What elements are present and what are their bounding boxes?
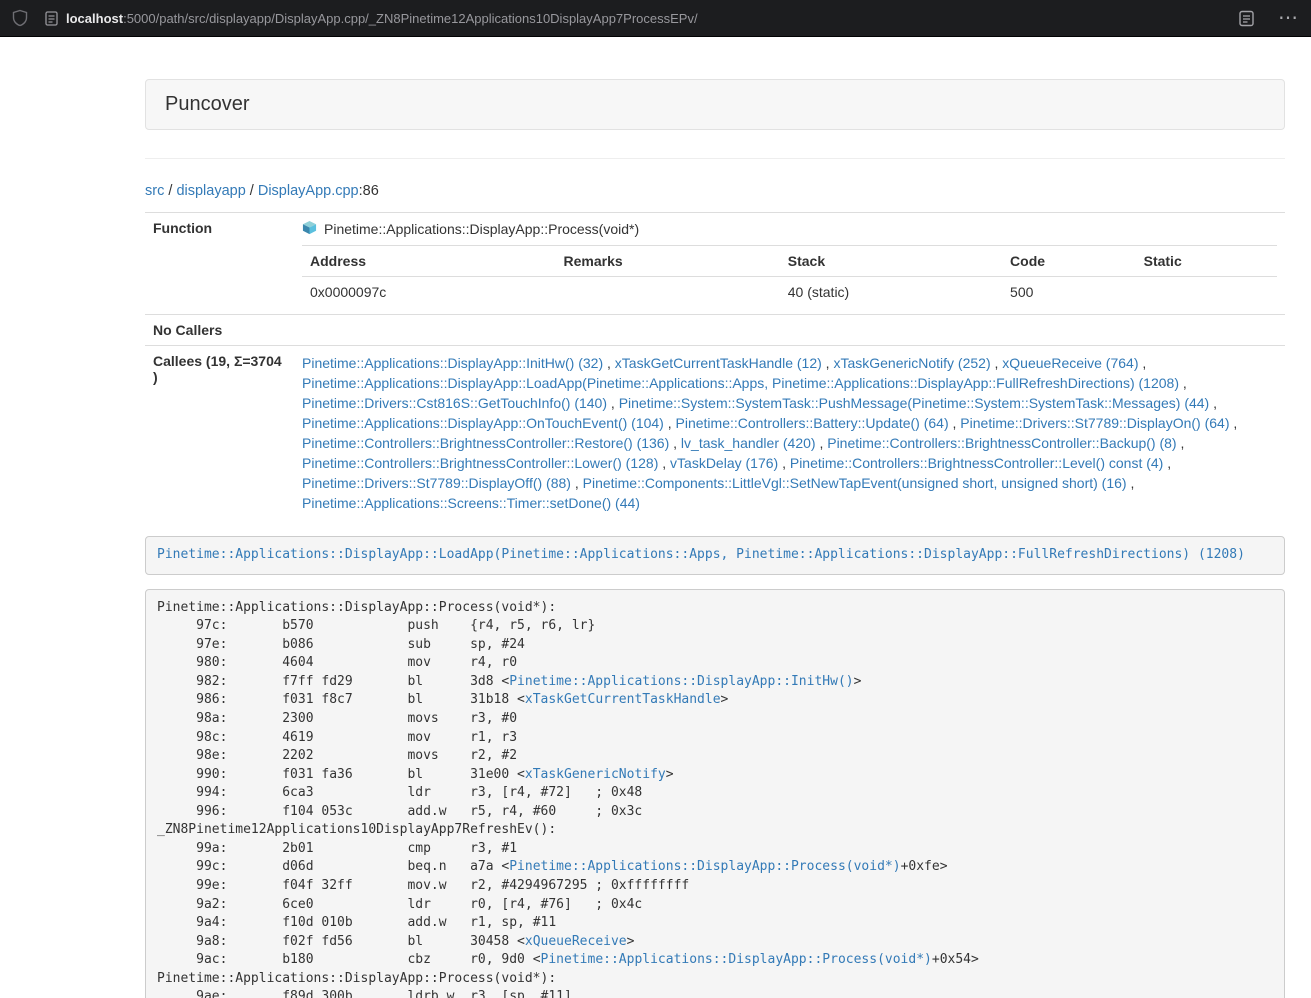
callee-link[interactable]: lv_task_handler (420) [681, 435, 816, 451]
symbol-table: Function Pinetime::Applications::Display… [145, 212, 1285, 520]
cell-code: 500 [1002, 277, 1136, 308]
breadcrumb-link[interactable]: displayapp [176, 183, 245, 199]
function-row: Function Pinetime::Applications::Display… [145, 213, 1285, 315]
reader-view-icon[interactable] [1239, 10, 1254, 27]
url-bar[interactable]: localhost:5000/path/src/displayapp/Displ… [66, 11, 698, 26]
callee-link[interactable]: Pinetime::Drivers::Cst816S::GetTouchInfo… [302, 395, 607, 411]
url-host: localhost [66, 11, 123, 26]
function-signature-line: Pinetime::Applications::DisplayApp::Proc… [302, 220, 1277, 238]
no-callers-row: No Callers [145, 315, 1285, 346]
callee-link[interactable]: xQueueReceive (764) [1002, 355, 1138, 371]
callee-link[interactable]: Pinetime::Controllers::BrightnessControl… [790, 455, 1163, 471]
breadcrumb: src / displayapp / DisplayApp.cpp:86 [145, 183, 1285, 199]
callee-link[interactable]: Pinetime::Components::LittleVgl::SetNewT… [583, 475, 1127, 491]
callee-link[interactable]: xTaskGetCurrentTaskHandle (12) [615, 355, 822, 371]
no-callers-cell [294, 315, 1285, 346]
callee-link[interactable]: Pinetime::Applications::Screens::Timer::… [302, 495, 640, 511]
url-path: :5000/path/src/displayapp/DisplayApp.cpp… [123, 11, 698, 26]
callee-link[interactable]: Pinetime::Controllers::BrightnessControl… [827, 435, 1176, 451]
function-icon [302, 220, 317, 238]
asm-symbol-link[interactable]: xQueueReceive [525, 934, 627, 949]
callees-list: Pinetime::Applications::DisplayApp::Init… [294, 346, 1285, 521]
function-detail-cell: Pinetime::Applications::DisplayApp::Proc… [294, 213, 1285, 315]
cell-address: 0x0000097c [302, 277, 556, 308]
app-header-panel: Puncover [145, 79, 1285, 130]
callee-link[interactable]: Pinetime::Controllers::BrightnessControl… [302, 435, 669, 451]
function-signature: Pinetime::Applications::DisplayApp::Proc… [324, 221, 639, 237]
assembly-block: Pinetime::Applications::DisplayApp::Proc… [145, 589, 1285, 998]
function-details-table: Address Remarks Stack Code Static 0x0000… [302, 245, 1277, 307]
divider [145, 158, 1285, 159]
asm-symbol-link[interactable]: Pinetime::Applications::DisplayApp::Proc… [509, 859, 900, 874]
function-label: Function [145, 213, 294, 315]
callee-link[interactable]: Pinetime::Applications::DisplayApp::OnTo… [302, 415, 664, 431]
callee-link[interactable]: Pinetime::System::SystemTask::PushMessag… [619, 395, 1210, 411]
callee-link[interactable]: vTaskDelay (176) [670, 455, 778, 471]
asm-symbol-link[interactable]: Pinetime::Applications::DisplayApp::Init… [509, 674, 853, 689]
details-value-row: 0x0000097c 40 (static) 500 [302, 277, 1277, 308]
breadcrumb-line-number: :86 [359, 183, 379, 199]
col-address: Address [302, 246, 556, 277]
col-code: Code [1002, 246, 1136, 277]
callee-link[interactable]: Pinetime::Applications::DisplayApp::Load… [302, 375, 1179, 391]
col-static: Static [1136, 246, 1277, 277]
callee-link[interactable]: Pinetime::Controllers::BrightnessControl… [302, 455, 658, 471]
shield-icon[interactable] [12, 9, 28, 27]
callee-link[interactable]: Pinetime::Drivers::St7789::DisplayOff() … [302, 475, 571, 491]
breadcrumb-link[interactable]: src [145, 183, 164, 199]
col-remarks: Remarks [556, 246, 780, 277]
col-stack: Stack [780, 246, 1002, 277]
callees-label: Callees (19, Σ=3704 ) [145, 346, 294, 521]
asm-symbol-link[interactable]: xTaskGenericNotify [525, 767, 666, 782]
callee-link[interactable]: Pinetime::Drivers::St7789::DisplayOn() (… [960, 415, 1229, 431]
page-icon [45, 11, 58, 26]
no-callers-label: No Callers [145, 315, 294, 346]
breadcrumb-link[interactable]: DisplayApp.cpp [258, 183, 359, 199]
details-header-row: Address Remarks Stack Code Static [302, 246, 1277, 277]
content: Puncover src / displayapp / DisplayApp.c… [145, 79, 1285, 998]
cell-static [1136, 277, 1277, 308]
menu-icon[interactable]: ⋯ [1278, 8, 1299, 28]
callee-link[interactable]: Pinetime::Applications::DisplayApp::Init… [302, 355, 603, 371]
highlight-symbol-box: Pinetime::Applications::DisplayApp::Load… [145, 536, 1285, 575]
browser-topbar: localhost:5000/path/src/displayapp/Displ… [0, 0, 1311, 37]
asm-symbol-link[interactable]: xTaskGetCurrentTaskHandle [525, 692, 721, 707]
highlight-symbol-link[interactable]: Pinetime::Applications::DisplayApp::Load… [157, 547, 1245, 562]
page-title: Puncover [165, 93, 1265, 116]
callee-link[interactable]: Pinetime::Controllers::Battery::Update()… [676, 415, 949, 431]
callee-link[interactable]: xTaskGenericNotify (252) [833, 355, 990, 371]
callees-row: Callees (19, Σ=3704 ) Pinetime::Applicat… [145, 346, 1285, 521]
cell-remarks [556, 277, 780, 308]
asm-symbol-link[interactable]: Pinetime::Applications::DisplayApp::Proc… [541, 952, 932, 967]
cell-stack: 40 (static) [780, 277, 1002, 308]
